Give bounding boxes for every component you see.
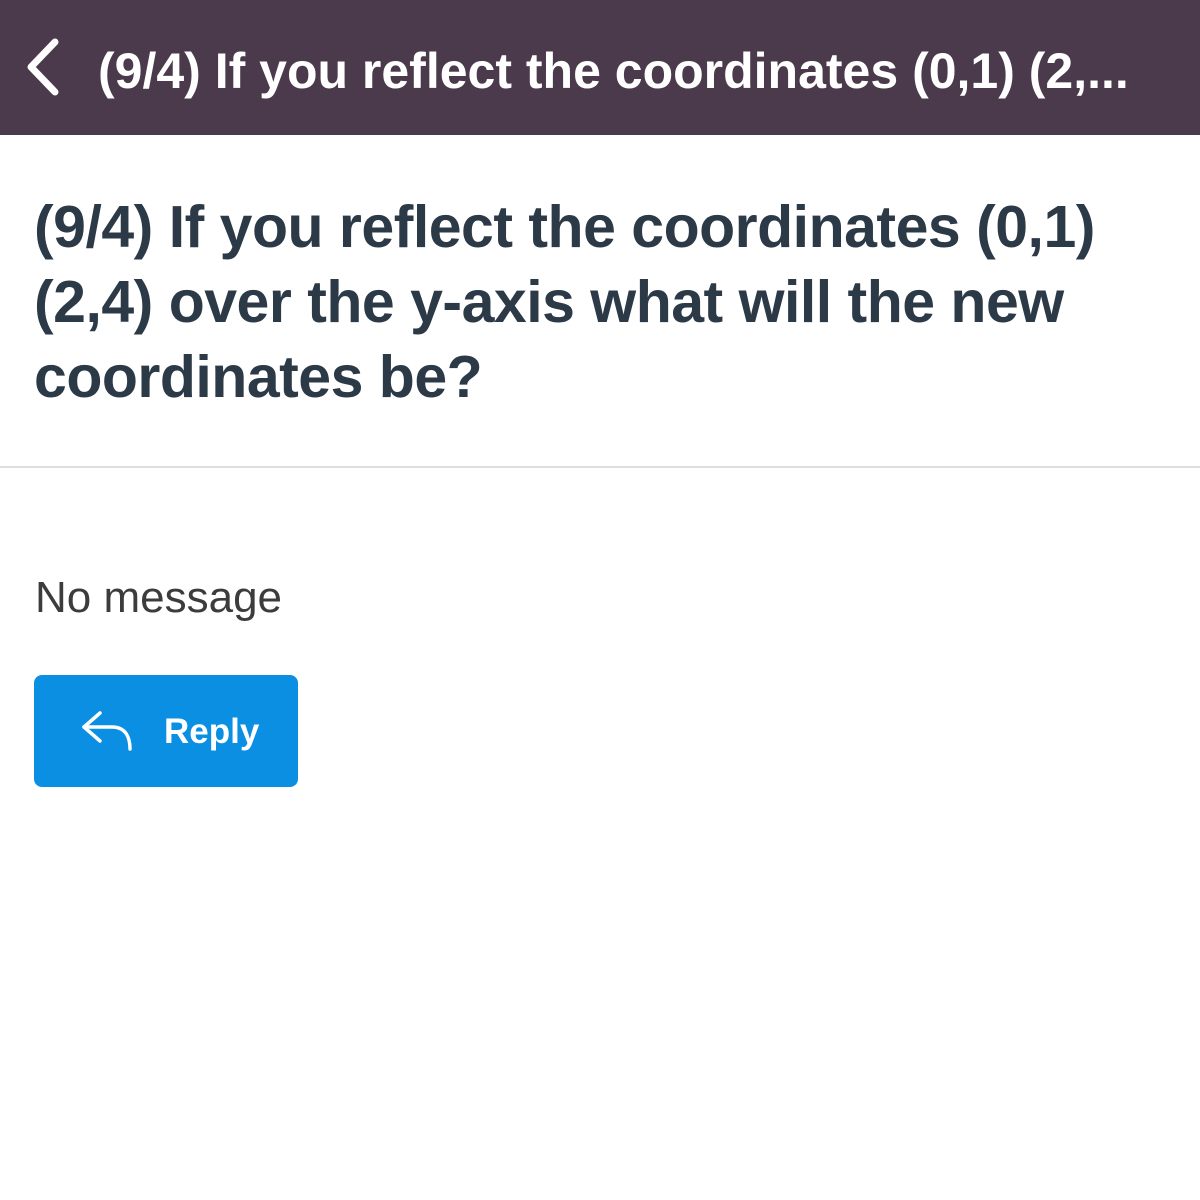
reply-arrow-icon <box>80 705 136 757</box>
page-title: (9/4) If you reflect the coordinates (0,… <box>98 43 1129 99</box>
divider <box>0 466 1200 468</box>
chevron-left-icon <box>23 38 63 101</box>
question-text: (9/4) If you reflect the coordinates (0,… <box>34 194 1095 410</box>
top-navigation-bar: (9/4) If you reflect the coordinates (0,… <box>0 0 1200 135</box>
back-button[interactable] <box>18 38 68 100</box>
reply-button-label: Reply <box>164 712 260 751</box>
message-body: No message <box>35 573 283 622</box>
reply-button[interactable]: Reply <box>34 675 298 787</box>
